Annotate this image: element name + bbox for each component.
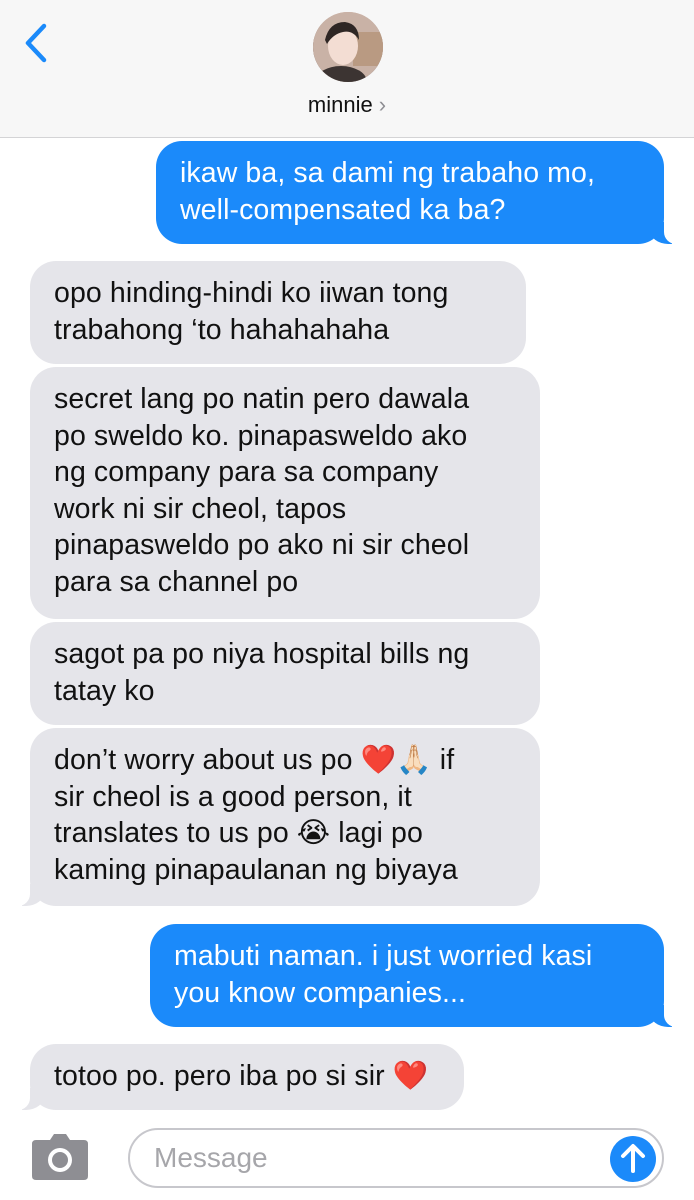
message-text: mabuti naman. i just worried kasi you kn… [174,940,593,1009]
message-text: ikaw ba, sa dami ng trabaho mo, well-com… [180,157,595,226]
message-bubble-received[interactable]: totoo po. pero iba po si sir ❤️ [10,1044,464,1110]
message-bubble-received[interactable]: secret lang po natin pero dawala po swel… [30,367,540,619]
contact-name-button[interactable]: minnie › [0,92,694,122]
conversation-header: minnie › [0,0,694,138]
message-bubble-received[interactable]: don’t worry about us po ❤️🙏🏻 if sir cheo… [10,728,540,906]
message-text: secret lang po natin pero dawala po swel… [54,383,470,598]
message-bubble-sent[interactable]: ikaw ba, sa dami ng trabaho mo, well-com… [156,141,684,244]
message-bubble-received[interactable]: sagot pa po niya hospital bills ng tatay… [30,622,540,725]
message-input[interactable] [154,1138,594,1178]
chevron-left-icon [25,23,47,63]
back-button[interactable] [14,18,58,68]
message-text: opo hinding-hindi ko iiwan tong trabahon… [54,277,449,346]
camera-icon [32,1134,88,1180]
imessage-conversation: minnie › ikaw ba, sa dami ng trabaho mo, … [0,0,694,1200]
arrow-up-icon [621,1144,645,1173]
contact-avatar[interactable] [313,12,383,82]
message-bubble-received[interactable]: opo hinding-hindi ko iiwan tong trabahon… [30,261,526,364]
camera-button[interactable] [30,1132,90,1182]
contact-name: minnie [307,92,373,117]
message-input-container [128,1128,664,1188]
send-button[interactable] [610,1136,656,1182]
message-text: sagot pa po niya hospital bills ng tatay… [54,638,470,707]
chevron-right-icon: › [378,92,387,117]
message-bubble-sent[interactable]: mabuti naman. i just worried kasi you kn… [150,924,684,1027]
message-text: totoo po. pero iba po si sir ❤️ [54,1060,429,1092]
message-text: don’t worry about us po ❤️🙏🏻 if sir cheo… [54,744,458,886]
